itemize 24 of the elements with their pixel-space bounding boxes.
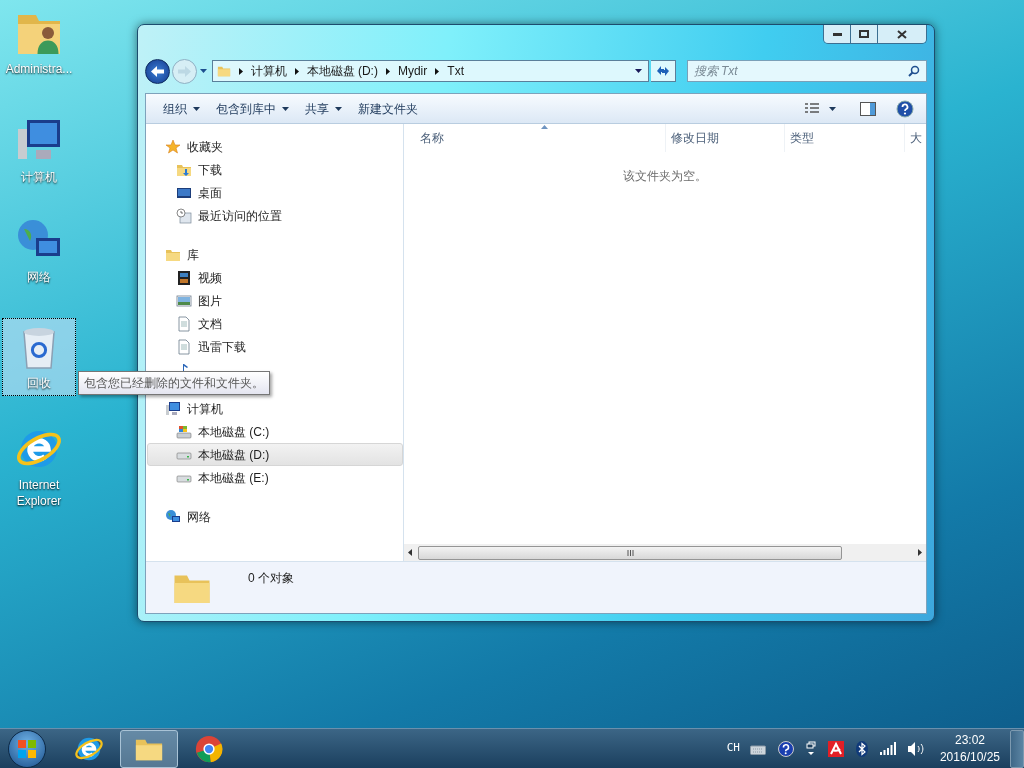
clock-date: 2016/10/25 xyxy=(939,748,1000,766)
icon-label: Administra... xyxy=(5,61,73,77)
nav-label: 网络 xyxy=(187,508,211,526)
nav-label: 库 xyxy=(187,246,199,264)
icon-label: 计算机 xyxy=(21,169,57,185)
tooltip: 包含您已经删除的文件和文件夹。 xyxy=(78,371,270,395)
icon-label: 网络 xyxy=(27,269,51,285)
nav-label: 本地磁盘 (E:) xyxy=(198,469,269,487)
nav-label: 本地磁盘 (C:) xyxy=(198,423,270,441)
nav-label: 收藏夹 xyxy=(187,138,223,156)
nav-label: 下载 xyxy=(198,161,222,179)
nav-label: 本地磁盘 (D:) xyxy=(198,446,270,464)
nav-label: 视频 xyxy=(198,269,222,287)
icon-label: Internet Explorer xyxy=(15,477,63,509)
nav-label: 计算机 xyxy=(187,400,223,418)
nav-label: 文档 xyxy=(198,315,222,333)
clock-time: 23:02 xyxy=(954,731,985,749)
nav-label: 最近访问的位置 xyxy=(198,207,282,225)
nav-label: 迅雷下载 xyxy=(198,338,246,356)
empty-folder-message: 该文件夹为空。 xyxy=(623,168,707,185)
nav-label: 桌面 xyxy=(198,184,222,202)
nav-label: 图片 xyxy=(198,292,222,310)
icon-label: 回收 xyxy=(27,375,51,391)
item-count: 0 个对象 xyxy=(248,570,294,587)
